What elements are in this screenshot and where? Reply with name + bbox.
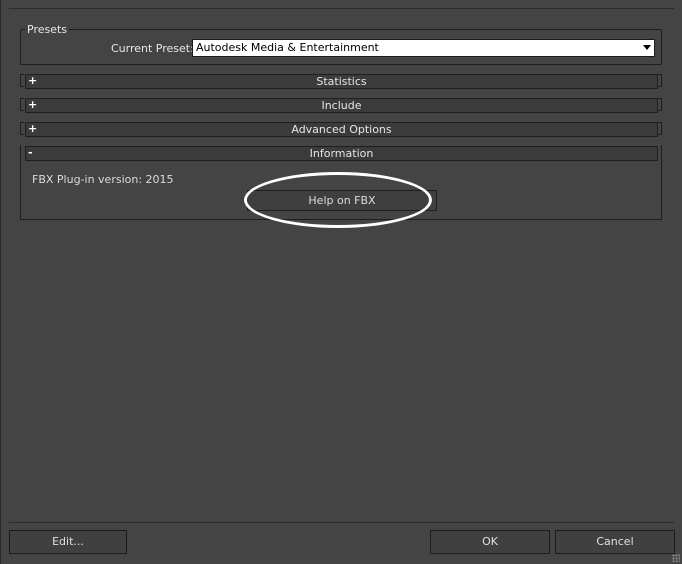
- top-divider: [9, 8, 674, 9]
- rollout-bracket-left: [20, 122, 24, 135]
- rollout-include-header[interactable]: Include: [25, 98, 658, 113]
- rollout-bracket-right: [658, 122, 662, 135]
- rollout-include[interactable]: Include +: [20, 98, 662, 113]
- current-preset-dropdown[interactable]: Autodesk Media & Entertainment: [192, 39, 655, 57]
- rollout-statistics-label: Statistics: [316, 75, 367, 88]
- rollout-bracket-left: [20, 98, 24, 111]
- cancel-button[interactable]: Cancel: [555, 530, 675, 554]
- rollout-bracket-right: [658, 74, 662, 87]
- chevron-down-icon[interactable]: [643, 45, 651, 50]
- rollout-statistics[interactable]: Statistics +: [20, 74, 662, 89]
- bottom-divider: [9, 522, 674, 523]
- current-preset-value: Autodesk Media & Entertainment: [196, 41, 379, 54]
- resize-grip-icon[interactable]: [672, 554, 680, 562]
- expand-icon[interactable]: +: [28, 74, 37, 87]
- presets-title: Presets: [25, 23, 70, 36]
- fbx-export-dialog: Presets Current Preset: Autodesk Media &…: [0, 0, 682, 564]
- edit-button[interactable]: Edit...: [9, 530, 127, 554]
- help-on-fbx-button[interactable]: Help on FBX: [247, 190, 437, 211]
- rollout-bracket-left: [20, 74, 24, 87]
- rollout-include-label: Include: [321, 99, 362, 112]
- rollout-advanced-options-header[interactable]: Advanced Options: [25, 122, 658, 137]
- rollout-advanced-options[interactable]: Advanced Options +: [20, 122, 662, 137]
- rollout-statistics-header[interactable]: Statistics: [25, 74, 658, 89]
- current-preset-label: Current Preset:: [111, 42, 194, 55]
- ok-button[interactable]: OK: [430, 530, 550, 554]
- fbx-version-text: FBX Plug-in version: 2015: [32, 173, 174, 186]
- expand-icon[interactable]: +: [28, 122, 37, 135]
- expand-icon[interactable]: +: [28, 98, 37, 111]
- rollout-bracket-right: [658, 98, 662, 111]
- rollout-advanced-options-label: Advanced Options: [291, 123, 392, 136]
